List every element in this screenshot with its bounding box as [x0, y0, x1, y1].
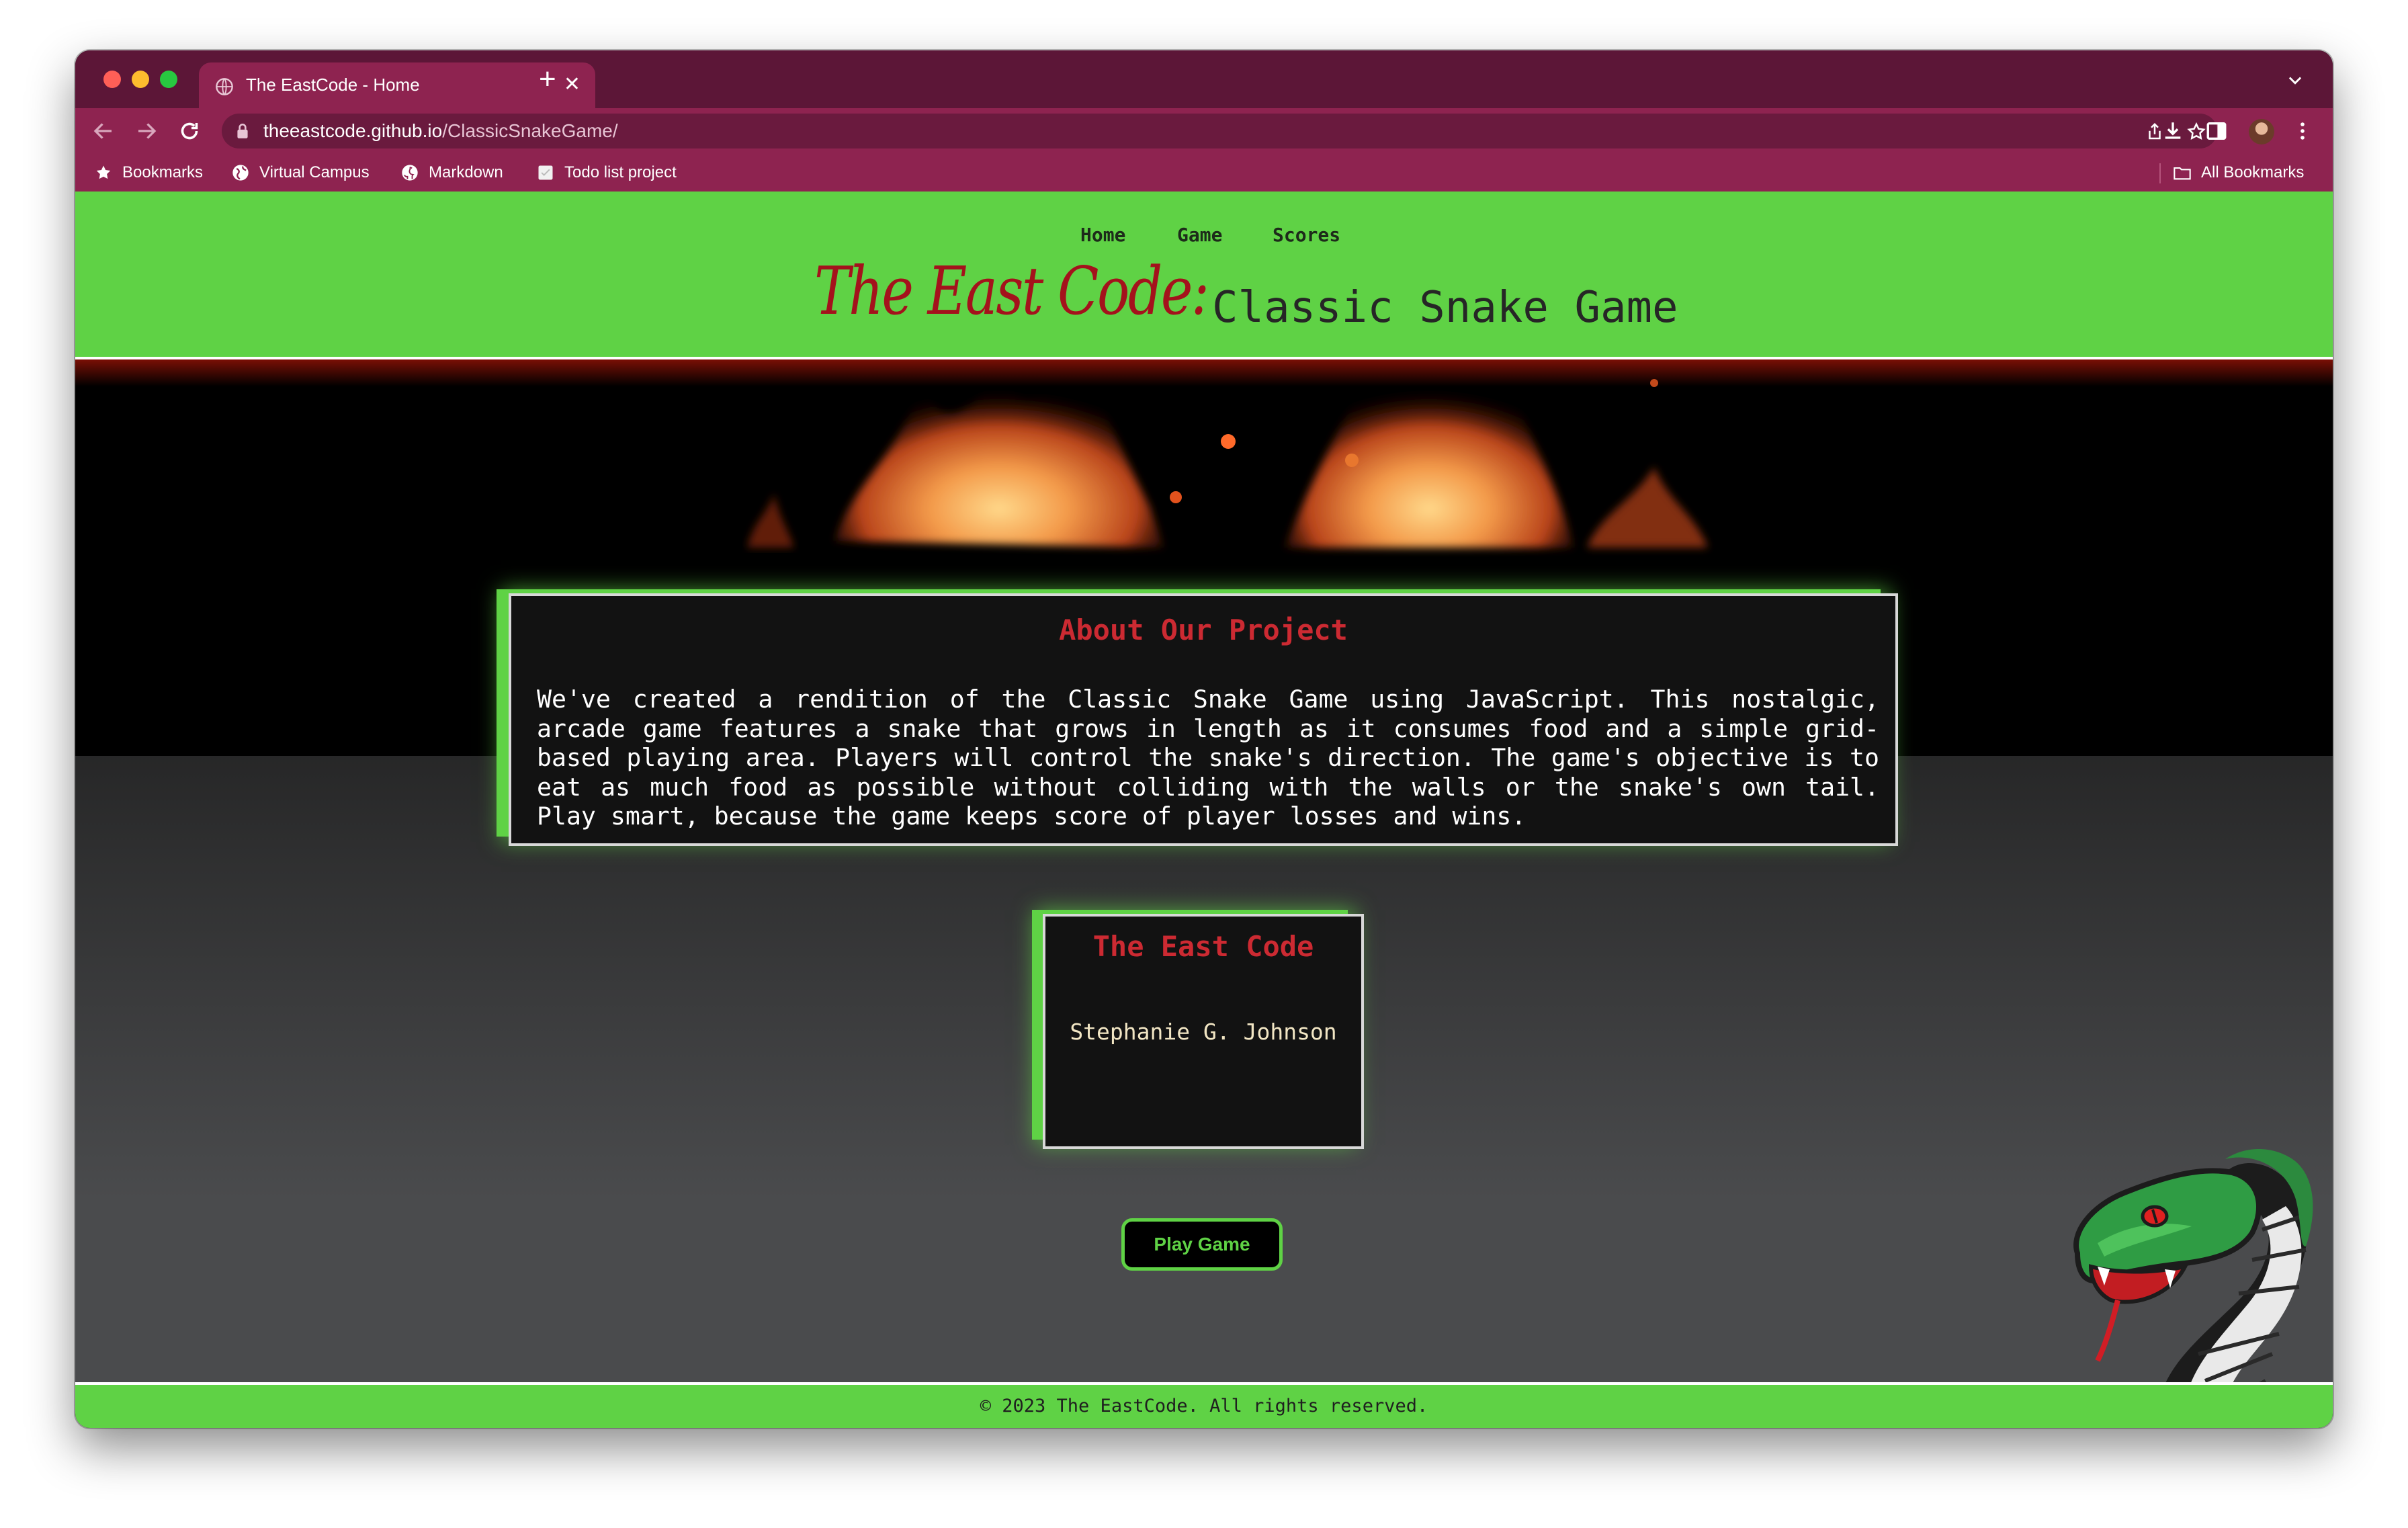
bookmark-label: Bookmarks: [122, 163, 204, 181]
about-description: We've created a rendition of the Classic…: [537, 685, 1879, 831]
all-bookmarks-button[interactable]: All Bookmarks: [2173, 162, 2304, 183]
site-footer: © 2023 The EastCode. All rights reserved…: [75, 1382, 2333, 1428]
reload-icon[interactable]: [177, 119, 202, 143]
all-bookmarks-label: All Bookmarks: [2201, 163, 2305, 181]
about-project-panel: About Our Project We've created a rendit…: [509, 593, 1898, 846]
bookmark-item-markdown[interactable]: Markdown: [400, 162, 503, 183]
globe-icon: [232, 165, 249, 181]
team-card: The East Code Stephanie G. Johnson: [1043, 914, 1364, 1149]
github-icon: [402, 165, 418, 181]
browser-toolbar: theeastcode.github.io/ClassicSnakeGame/: [75, 108, 2333, 154]
nav-link-scores[interactable]: Scores: [1273, 224, 1340, 246]
bookmark-label: Todo list project: [564, 163, 677, 181]
browser-window: The EastCode - Home ✕ + theeastcode.gith…: [75, 50, 2333, 1428]
bookmarks-divider: [2159, 163, 2161, 183]
bookmark-item-virtual-campus[interactable]: Virtual Campus: [231, 162, 370, 183]
star-icon[interactable]: [2186, 122, 2206, 142]
browser-tab[interactable]: The EastCode - Home ✕: [199, 62, 595, 110]
url-text[interactable]: theeastcode.github.io/ClassicSnakeGame/: [263, 120, 618, 142]
forward-arrow-icon[interactable]: [134, 119, 159, 143]
site-header: Home Game Scores The East Code: Classic …: [75, 192, 2333, 359]
new-tab-button[interactable]: +: [539, 64, 556, 95]
bookmark-label: Virtual Campus: [259, 163, 370, 181]
download-icon[interactable]: [2161, 120, 2184, 142]
address-bar[interactable]: theeastcode.github.io/ClassicSnakeGame/: [222, 114, 2217, 148]
nav-link-home[interactable]: Home: [1080, 224, 1125, 246]
brand-title: The East Code:: [814, 253, 1209, 330]
page-icon: [538, 165, 553, 180]
url-host: theeastcode.github.io: [263, 120, 443, 141]
lock-icon[interactable]: [235, 122, 250, 140]
globe-icon: [216, 78, 233, 95]
bookmark-label: Markdown: [429, 163, 503, 181]
bookmarks-bar: Bookmarks Virtual Campus Markdown Todo l…: [75, 154, 2333, 192]
minimize-window-button[interactable]: [132, 71, 149, 88]
nav-link-game[interactable]: Game: [1177, 224, 1222, 246]
menu-dots-icon[interactable]: [2291, 120, 2314, 142]
chevron-down-icon[interactable]: [2286, 71, 2305, 89]
team-title: The East Code: [1092, 930, 1314, 963]
star-icon: [96, 165, 111, 179]
page-subtitle: Classic Snake Game: [1212, 283, 1678, 333]
team-member-name: Stephanie G. Johnson: [1070, 1019, 1337, 1045]
copyright-text: © 2023 The EastCode. All rights reserved…: [980, 1396, 1428, 1416]
tab-title: The EastCode - Home: [246, 75, 420, 95]
folder-icon: [2174, 167, 2191, 180]
browser-titlebar: The EastCode - Home ✕ +: [75, 50, 2333, 110]
tab-close-icon[interactable]: ✕: [564, 73, 580, 96]
about-title: About Our Project: [1059, 613, 1348, 646]
url-path: /ClassicSnakeGame/: [442, 120, 618, 141]
maximize-window-button[interactable]: [160, 71, 177, 88]
page-content: Home Game Scores The East Code: Classic …: [75, 192, 2333, 1428]
play-game-button[interactable]: Play Game: [1121, 1218, 1283, 1271]
bookmark-item-bookmarks[interactable]: Bookmarks: [94, 162, 203, 183]
close-window-button[interactable]: [103, 71, 121, 88]
side-panel-icon[interactable]: [2205, 120, 2228, 142]
back-arrow-icon[interactable]: [91, 119, 116, 143]
profile-avatar[interactable]: [2249, 119, 2274, 144]
bookmark-item-todo-list[interactable]: Todo list project: [536, 162, 677, 183]
